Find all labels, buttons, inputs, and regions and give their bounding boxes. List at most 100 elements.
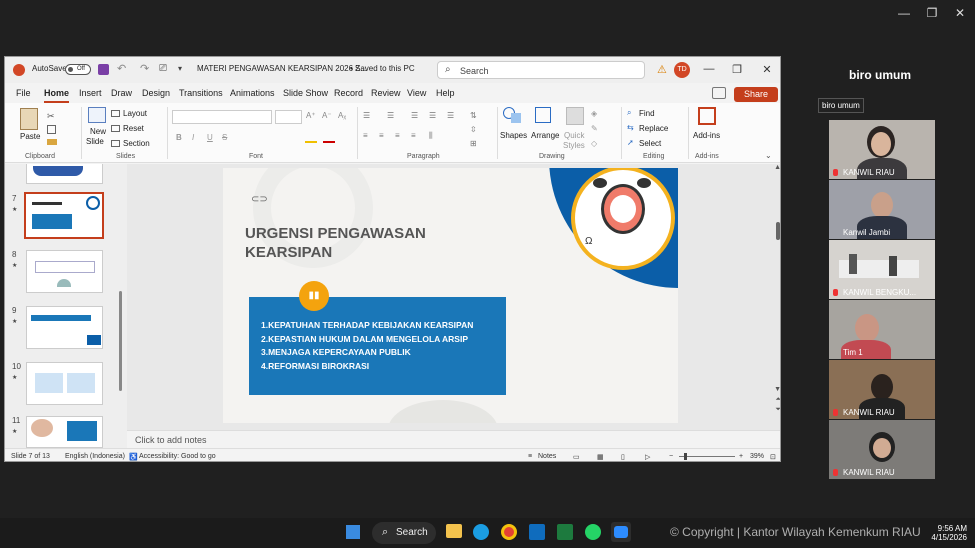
new-slide-label-2[interactable]: Slide [86,137,104,146]
tab-transitions[interactable]: Transitions [179,88,223,98]
tab-help[interactable]: Help [436,88,455,98]
add-ins-button[interactable]: Add-ins [693,131,720,140]
format-painter-icon[interactable] [47,139,57,145]
outlook-icon[interactable] [529,524,545,540]
shape-outline-icon[interactable]: ✎ [591,124,598,133]
increase-indent-icon[interactable]: ☰ [429,111,436,120]
slide-thumbnail[interactable] [26,362,103,405]
undo-icon[interactable]: ↶ [117,62,126,75]
close-icon[interactable]: ✕ [952,6,968,20]
participant-tile[interactable]: KANWIL BENGKU... [829,240,935,299]
excel-icon[interactable] [557,524,573,540]
participant-tile[interactable]: Kanwil Jambi [829,180,935,239]
zoom-slider-thumb[interactable] [684,453,687,460]
search-box[interactable]: ⌕ Search [437,61,645,79]
decrease-indent-icon[interactable]: ☰ [411,111,418,120]
font-color-icon[interactable] [323,141,335,143]
autosave-toggle[interactable]: Off [65,64,91,75]
slide-thumbnail[interactable] [26,250,103,293]
scroll-down-icon[interactable]: ▼ [774,386,780,393]
participant-tile[interactable]: Tim 1 [829,300,935,359]
quick-label[interactable]: Quick [564,131,584,140]
justify-icon[interactable]: ≡ [411,131,416,140]
tab-review[interactable]: Review [371,88,401,98]
tab-slide-show[interactable]: Slide Show [283,88,328,98]
align-left-icon[interactable]: ≡ [363,131,368,140]
replace-button[interactable]: Replace [639,124,668,133]
highlight-icon[interactable] [305,141,317,143]
avatar[interactable]: TD [674,62,690,78]
fit-slide-icon[interactable]: ⊡ [770,453,776,461]
quick-styles-icon[interactable] [566,107,584,125]
strikethrough-button[interactable]: S [222,133,227,142]
accessibility-status[interactable]: Accessibility: Good to go [139,453,216,460]
bold-button[interactable]: B [176,133,182,142]
section-button[interactable]: Section [123,139,150,148]
align-text-icon[interactable]: ⇳ [470,125,477,134]
save-status[interactable]: • Saved to this PC [350,64,415,73]
reset-button[interactable]: Reset [123,124,144,133]
reading-view-icon[interactable]: ▯ [621,453,625,461]
tab-insert[interactable]: Insert [79,88,102,98]
line-spacing-icon[interactable]: ☰ [447,111,454,120]
system-clock[interactable]: 9:56 AM 4/15/2026 [931,524,967,542]
start-icon[interactable] [346,525,360,539]
select-button[interactable]: Select [639,139,661,148]
tab-view[interactable]: View [407,88,426,98]
bullets-icon[interactable]: ☰ [363,111,370,120]
participant-tile[interactable]: KANWIL RIAU [829,360,935,419]
styles-label[interactable]: Styles [563,141,585,150]
slide-show-icon[interactable]: ▷ [645,453,650,461]
paste-icon[interactable] [20,108,38,130]
underline-button[interactable]: U [207,133,213,142]
slide-thumbnail[interactable] [26,416,103,448]
cut-icon[interactable]: ✂ [47,111,55,122]
add-ins-icon[interactable] [698,107,716,125]
arrange-button[interactable]: Arrange [531,131,559,140]
slide[interactable]: ⊂⊃ URGENSI PENGAWASAN KEARSIPAN 1.KEPATU… [223,168,678,423]
numbering-icon[interactable]: ☰ [387,111,394,120]
previous-slide-icon[interactable]: ⏶ [775,396,780,404]
copy-icon[interactable] [47,125,56,134]
close-icon[interactable]: ✕ [760,63,774,76]
collapse-ribbon-icon[interactable]: ⌄ [765,151,772,160]
new-slide-label[interactable]: New [90,127,106,136]
notes-button[interactable]: Notes [538,453,556,460]
tab-animations[interactable]: Animations [230,88,275,98]
warning-icon[interactable]: ⚠ [657,63,667,76]
participant-tile[interactable]: KANWIL RIAU [829,120,935,179]
language-status[interactable]: English (Indonesia) [65,453,125,460]
increase-font-icon[interactable]: A⁺ [306,111,316,120]
minimize-icon[interactable]: — [896,6,912,20]
customize-toolbar-icon[interactable]: ▾ [178,64,182,73]
slide-thumbnail-selected[interactable] [24,192,104,239]
slide-sorter-icon[interactable]: ▦ [597,453,604,461]
tab-record[interactable]: Record [334,88,363,98]
align-right-icon[interactable]: ≡ [395,131,400,140]
edge-icon[interactable] [473,524,489,540]
minimize-icon[interactable]: — [702,63,716,75]
slide-thumbnail[interactable] [26,306,103,349]
decrease-font-icon[interactable]: A⁻ [322,111,332,120]
tab-design[interactable]: Design [142,88,170,98]
shape-effects-icon[interactable]: ◇ [591,139,597,148]
layout-button[interactable]: Layout [123,109,147,118]
shapes-button[interactable]: Shapes [500,131,527,140]
next-slide-icon[interactable]: ⏷ [775,406,780,414]
italic-button[interactable]: I [192,133,194,142]
zoom-app-icon[interactable] [611,522,631,542]
smartart-icon[interactable]: ⊞ [470,139,477,148]
clear-format-icon[interactable]: Aᵪ [338,111,346,120]
font-name-select[interactable] [172,110,272,124]
comments-icon[interactable] [712,87,726,99]
thumbnails-scrollbar[interactable] [119,291,122,391]
restore-icon[interactable]: ❐ [730,63,744,76]
slide-thumbnail[interactable] [26,164,103,184]
arrange-icon[interactable] [535,107,551,123]
text-direction-icon[interactable]: ⇅ [470,111,477,120]
tab-home[interactable]: Home [44,88,70,103]
present-icon[interactable]: ⎚ [159,63,167,74]
canvas-scrollbar[interactable] [776,222,780,240]
find-button[interactable]: Find [639,109,655,118]
font-size-select[interactable] [275,110,302,124]
